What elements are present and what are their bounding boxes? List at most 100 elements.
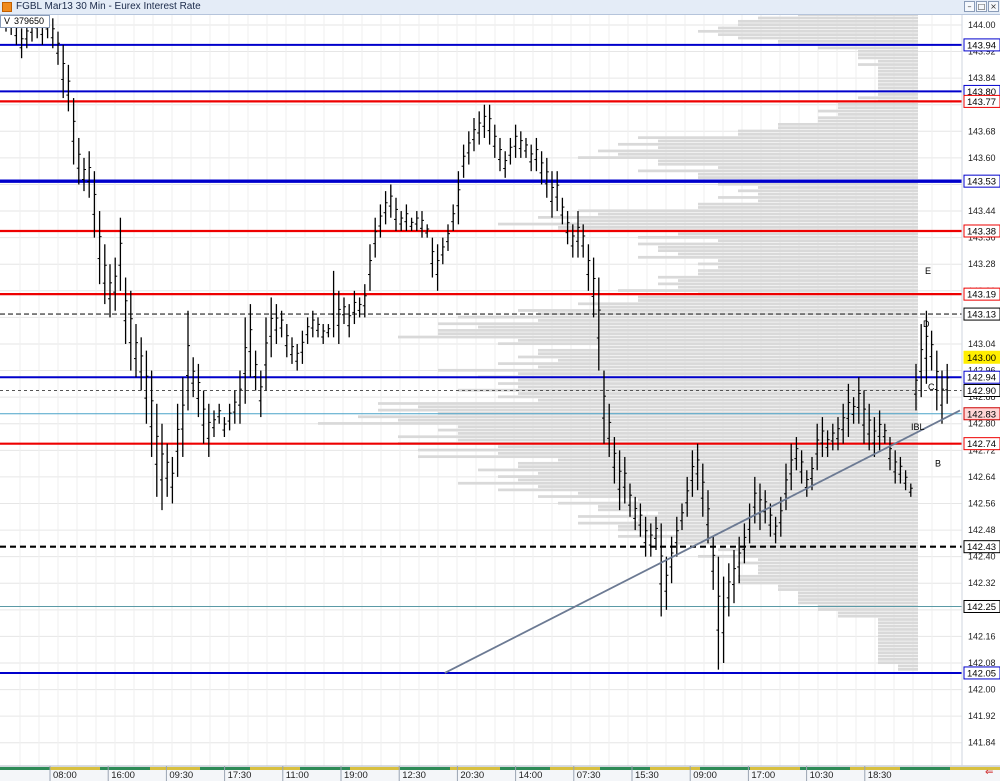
volume-profile-bar bbox=[818, 46, 918, 50]
volume-profile-bar bbox=[798, 15, 918, 17]
volume-profile-bar bbox=[538, 471, 918, 475]
volume-profile-bar bbox=[578, 491, 918, 495]
price-level-tag-label: 142.25 bbox=[967, 602, 996, 613]
volume-profile-bar bbox=[858, 63, 918, 66]
volume-profile-bar bbox=[838, 106, 918, 110]
volume-profile-bar bbox=[718, 33, 918, 36]
volume-profile-bar bbox=[658, 162, 918, 166]
close-button[interactable]: × bbox=[988, 1, 999, 12]
volume-profile-bar bbox=[738, 19, 918, 23]
volume-prefix: V bbox=[4, 16, 11, 26]
volume-profile-bar bbox=[458, 438, 918, 442]
volume-profile-bar bbox=[878, 618, 918, 621]
volume-profile-bar bbox=[638, 299, 918, 302]
price-level-tag-label: 143.19 bbox=[967, 290, 996, 301]
minimize-button[interactable]: – bbox=[964, 1, 975, 12]
price-level-tag-label: 143.13 bbox=[967, 310, 996, 321]
volume-profile-bar bbox=[458, 481, 918, 485]
price-level-tag-label: 143.77 bbox=[967, 97, 996, 108]
y-tick-label: 143.04 bbox=[968, 339, 996, 349]
volume-profile-bar bbox=[898, 667, 918, 671]
volume-profile-bar bbox=[598, 305, 918, 309]
volume-profile-bar bbox=[638, 295, 918, 299]
volume-profile-bar bbox=[798, 594, 918, 598]
volume-profile-bar bbox=[878, 624, 918, 628]
volume-profile-bar bbox=[858, 53, 918, 56]
x-tick-label: 09:30 bbox=[169, 770, 193, 781]
y-tick-label: 142.00 bbox=[968, 685, 996, 695]
volume-profile-bar bbox=[538, 485, 918, 488]
volume-profile-bar bbox=[398, 418, 918, 422]
volume-profile-bar bbox=[518, 338, 918, 342]
volume-readout: V 379650 bbox=[0, 15, 50, 28]
volume-profile-bar bbox=[478, 325, 918, 329]
volume-profile-bar bbox=[658, 159, 918, 163]
volume-profile-bar bbox=[658, 249, 918, 252]
x-tick-label: 12:30 bbox=[402, 770, 426, 781]
price-level-tag-label: 142.05 bbox=[967, 668, 996, 679]
volume-profile-bar bbox=[618, 152, 918, 156]
volume-profile-bar bbox=[838, 614, 918, 618]
volume-profile-bar bbox=[518, 309, 918, 312]
volume-profile-bar bbox=[878, 83, 918, 86]
annotation-label: D bbox=[923, 319, 930, 329]
volume-profile-bar bbox=[878, 651, 918, 655]
volume-profile-bar bbox=[738, 36, 918, 40]
volume-profile-bar bbox=[878, 654, 918, 658]
maximize-button[interactable]: □ bbox=[976, 1, 987, 12]
volume-profile-bar bbox=[538, 216, 918, 219]
volume-profile-bar bbox=[538, 319, 918, 322]
y-tick-label: 143.84 bbox=[968, 73, 996, 83]
volume-profile-bar bbox=[678, 531, 918, 535]
volume-profile-bar bbox=[878, 76, 918, 80]
volume-profile-bar bbox=[638, 235, 918, 239]
window-titlebar: FGBL Mar13 30 Min - Eurex Interest Rate … bbox=[0, 0, 1000, 15]
volume-profile-bar bbox=[758, 571, 918, 575]
volume-profile-bar bbox=[778, 39, 918, 43]
volume-profile-bar bbox=[878, 79, 918, 83]
volume-profile-bar bbox=[718, 196, 918, 199]
price-level-tag-label: 142.94 bbox=[967, 373, 996, 384]
volume-profile-bar bbox=[358, 415, 918, 419]
volume-profile-bar bbox=[738, 129, 918, 133]
volume-profile-bar bbox=[878, 648, 918, 651]
volume-profile-bar bbox=[658, 139, 918, 143]
price-chart[interactable]: 144.00143.92143.84143.76143.68143.60143.… bbox=[0, 15, 1000, 781]
volume-profile-bar bbox=[758, 192, 918, 196]
volume-profile-bar bbox=[658, 511, 918, 515]
volume-profile-bar bbox=[718, 166, 918, 169]
volume-profile-bar bbox=[398, 335, 918, 339]
volume-profile-bar bbox=[758, 568, 918, 572]
volume-profile-bar bbox=[638, 136, 918, 140]
volume-profile-bar bbox=[438, 322, 918, 326]
volume-profile-bar bbox=[538, 352, 918, 356]
volume-profile-bar bbox=[618, 525, 918, 528]
volume-profile-bar bbox=[678, 232, 918, 236]
x-tick-label: 16:00 bbox=[111, 770, 135, 781]
volume-profile-bar bbox=[618, 528, 918, 532]
price-level-tag-label: 143.38 bbox=[967, 226, 996, 237]
scroll-left-icon[interactable]: ⇐ bbox=[985, 768, 993, 778]
price-level-tag-label: 143.53 bbox=[967, 177, 996, 188]
volume-profile-bar bbox=[878, 93, 918, 96]
x-tick-label: 19:00 bbox=[344, 770, 368, 781]
y-tick-label: 142.32 bbox=[968, 578, 996, 588]
volume-profile-bar bbox=[578, 521, 918, 525]
volume-profile-bar bbox=[778, 584, 918, 588]
volume-profile-bar bbox=[638, 255, 918, 259]
volume-profile-bar bbox=[518, 385, 918, 389]
volume-profile-bar bbox=[718, 265, 918, 269]
volume-profile-bar bbox=[578, 156, 918, 159]
volume-profile-bar bbox=[798, 598, 918, 601]
x-tick-label: 15:30 bbox=[635, 770, 659, 781]
volume-profile-bar bbox=[518, 478, 918, 482]
y-tick-label: 142.64 bbox=[968, 472, 996, 482]
volume-profile-bar bbox=[718, 26, 918, 30]
volume-profile-bar bbox=[618, 289, 918, 292]
volume-profile-bar bbox=[378, 402, 918, 405]
volume-profile-bar bbox=[898, 664, 918, 668]
volume-profile-bar bbox=[378, 408, 918, 412]
volume-profile-bar bbox=[738, 581, 918, 585]
volume-profile-bar bbox=[438, 368, 918, 372]
volume-profile-bar bbox=[698, 554, 918, 558]
